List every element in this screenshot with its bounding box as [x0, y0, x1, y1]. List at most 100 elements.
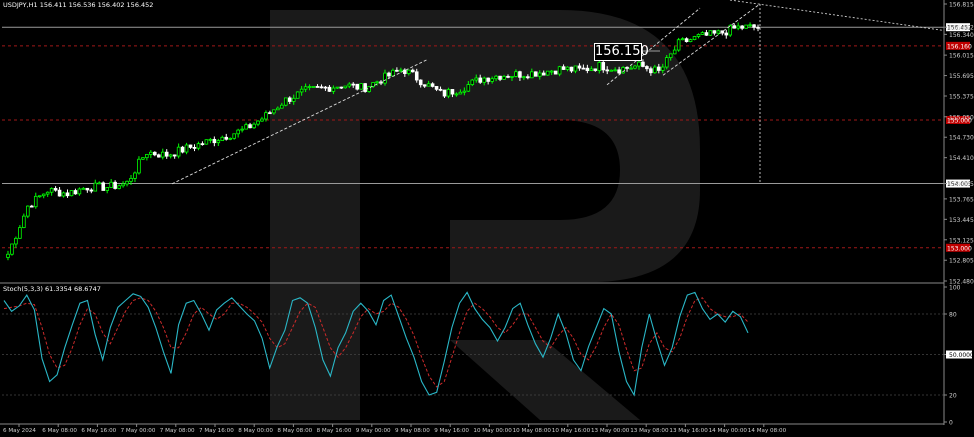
stoch-signal-line	[3, 297, 749, 388]
time-tick-label: 9 May 16:00	[434, 428, 469, 434]
candle-body	[526, 76, 530, 79]
candle-body	[466, 84, 471, 92]
candle-body	[41, 193, 46, 197]
price-tick-label: 156.815	[949, 2, 974, 9]
candle-body	[522, 76, 526, 79]
candle-body	[208, 138, 213, 141]
candle-body	[581, 67, 586, 70]
candle-body	[105, 187, 109, 191]
candle-body	[494, 75, 498, 80]
candle-body	[327, 86, 332, 92]
candle-body	[14, 237, 18, 245]
time-tick-label: 10 May 16:00	[552, 428, 591, 434]
candle-body	[724, 32, 729, 36]
candle-body	[359, 83, 363, 90]
candle-body	[430, 83, 435, 87]
candle-body	[637, 61, 641, 67]
candle-body	[712, 30, 717, 34]
candle-body	[196, 143, 201, 149]
candle-body	[387, 72, 391, 77]
candle-body	[740, 25, 744, 29]
red-level-label: 156.160	[947, 43, 972, 50]
time-tick-label: 10 May 08:00	[513, 428, 552, 434]
candle-body	[736, 25, 740, 29]
candle-body	[708, 30, 713, 36]
candle-body	[81, 187, 86, 190]
candle-body	[613, 69, 617, 72]
candle-body	[244, 124, 248, 130]
candle-body	[426, 83, 431, 87]
candle-body	[498, 75, 502, 80]
candle-body	[518, 71, 522, 78]
candle-body	[287, 97, 292, 102]
candle-body	[291, 97, 296, 102]
candle-body	[248, 124, 252, 129]
candle-body	[414, 71, 419, 81]
candle-body	[403, 69, 407, 74]
candle-body	[633, 65, 637, 69]
candle-body	[141, 157, 145, 160]
candle-body	[10, 243, 14, 255]
time-tick-label: 8 May 16:00	[317, 428, 352, 434]
candle-body	[22, 215, 26, 228]
candle-body	[446, 89, 451, 97]
candle-body	[176, 146, 181, 157]
candle-body	[351, 83, 356, 86]
price-tick-label: 154.410	[949, 155, 974, 162]
stoch-tick-label: 80	[949, 312, 957, 319]
candle-body	[319, 86, 324, 89]
candle-body	[272, 109, 276, 114]
candle-body	[168, 154, 173, 157]
candle-body	[101, 182, 106, 191]
candle-body	[216, 140, 221, 144]
candle-body	[597, 62, 602, 71]
candle-body	[307, 86, 312, 88]
candle-body	[383, 72, 387, 84]
candle-body	[438, 88, 443, 91]
candle-body	[399, 69, 403, 72]
candle-body	[434, 86, 439, 90]
candle-body	[276, 107, 280, 111]
candle-body	[347, 83, 352, 87]
candle-body	[236, 129, 240, 135]
candle-body	[371, 82, 375, 87]
candle-body	[450, 89, 455, 95]
candle-body	[537, 72, 542, 77]
time-tick-label: 7 May 16:00	[199, 428, 234, 434]
candle-body	[204, 139, 209, 145]
candle-body	[252, 123, 256, 129]
candle-body	[641, 61, 645, 67]
candle-body	[97, 182, 102, 185]
candle-body	[117, 185, 121, 189]
price-tick-label: 153.445	[949, 217, 974, 224]
candle-body	[343, 85, 348, 89]
candle-body	[684, 38, 689, 43]
candle-body	[577, 65, 582, 69]
time-tick-label: 6 May 2024	[3, 428, 36, 434]
candle-body	[605, 69, 610, 72]
candle-body	[422, 84, 427, 87]
candle-body	[680, 38, 685, 41]
stoch-tick-label: 20	[949, 393, 957, 400]
candle-body	[212, 138, 217, 144]
time-tick-label: 6 May 16:00	[81, 428, 116, 434]
candle-body	[355, 83, 359, 90]
time-tick-label: 14 May 00:00	[709, 428, 748, 434]
time-tick-label: 10 May 00:00	[473, 428, 512, 434]
candle-body	[37, 195, 42, 198]
candle-body	[295, 91, 300, 99]
candle-body	[533, 71, 538, 77]
time-tick-label: 8 May 08:00	[277, 428, 312, 434]
candle-body	[133, 172, 137, 179]
candle-body	[113, 181, 117, 189]
candle-body	[585, 67, 590, 72]
price-tick-label: 154.730	[949, 135, 974, 142]
candle-body	[395, 69, 399, 72]
candle-body	[617, 69, 621, 74]
candle-body	[645, 66, 649, 70]
candle-body	[514, 71, 518, 77]
candle-body	[280, 104, 284, 109]
candle-body	[756, 26, 760, 29]
candle-body	[660, 66, 665, 71]
candle-body	[224, 136, 229, 140]
